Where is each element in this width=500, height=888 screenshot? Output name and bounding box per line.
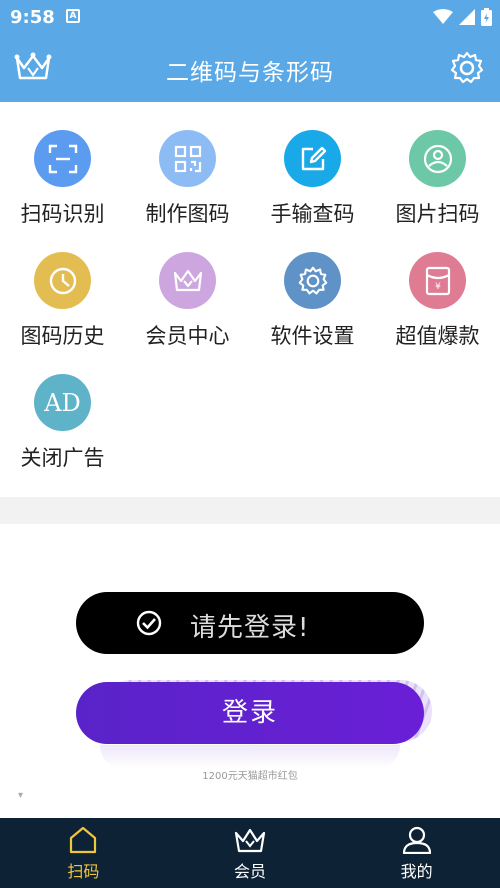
red-packet-icon: ¥ [409,252,466,309]
feature-manual-input[interactable]: 手输查码 [250,102,375,226]
feature-label: 会员中心 [145,324,230,348]
login-area: 登录 [76,676,432,748]
signal-icon [459,9,475,25]
check-circle-icon [136,610,162,636]
bottom-nav: 扫码 会员 我的 [0,818,500,888]
tab-member[interactable]: 会员 [167,818,334,888]
section-divider [0,497,500,524]
status-time: 9:58 [10,7,55,28]
feature-photo-scan[interactable]: 图片扫码 [375,102,500,226]
crown-icon [234,828,266,853]
toast-text: 请先登录! [190,613,310,643]
tab-label: 我的 [400,862,433,881]
qr-code-icon [159,130,216,187]
feature-settings[interactable]: 软件设置 [250,224,375,348]
tab-label: 会员 [234,862,267,881]
wifi-icon [433,9,453,24]
edit-icon [284,130,341,187]
filter-icon: ▾ [18,790,24,801]
crown-icon [159,252,216,309]
toast-message: 请先登录! [76,592,424,654]
ad-icon: AD [34,374,91,431]
settings-gear-icon[interactable] [450,51,484,85]
page-title: 二维码与条形码 [166,60,334,86]
notification-icon: A [66,9,80,23]
tab-scan[interactable]: 扫码 [0,818,167,888]
login-reflection [100,745,400,769]
svg-text:¥: ¥ [435,282,441,292]
feature-history[interactable]: 图码历史 [0,224,125,348]
login-button[interactable]: 登录 [76,682,424,744]
promo-text: 1200元天猫超市红包 [202,771,298,782]
user-icon [402,826,431,854]
tab-label: 扫码 [67,862,100,881]
ad-glyph: AD [44,388,81,417]
clock-icon [34,252,91,309]
feature-scan[interactable]: 扫码识别 [0,102,125,226]
feature-make-code[interactable]: 制作图码 [125,102,250,226]
app-bar: 二维码与条形码 [0,34,500,102]
feature-grid: 扫码识别 制作图码 手输查码 图片扫码 图码历史 会员中心 软件设置 ¥ 超值爆… [0,102,500,497]
gear-icon [284,252,341,309]
photo-icon [409,130,466,187]
feature-label: 关闭广告 [20,446,105,470]
feature-member-center[interactable]: 会员中心 [125,224,250,348]
feature-close-ads[interactable]: AD 关闭广告 [0,346,125,470]
home-icon [70,826,97,854]
feature-label: 超值爆款 [395,324,480,348]
status-bar: 9:58 A [0,0,500,34]
tab-mine[interactable]: 我的 [333,818,500,888]
system-icons [433,8,492,26]
battery-icon [481,8,492,26]
feature-hot-deals[interactable]: ¥ 超值爆款 [375,224,500,348]
scan-frame-icon [34,130,91,187]
feature-label: 软件设置 [270,324,355,348]
